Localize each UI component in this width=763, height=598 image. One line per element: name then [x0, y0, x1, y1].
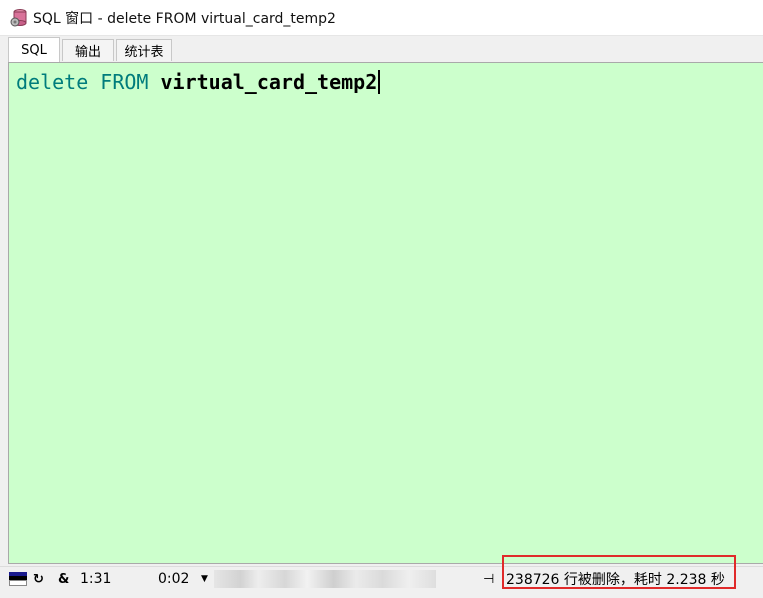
- tab-bar: SQL 输出 统计表: [0, 36, 763, 62]
- keyword-delete: delete: [16, 70, 89, 94]
- status-message: 238726 行被删除，耗时 2.238 秒: [506, 572, 725, 588]
- dropdown-arrow-icon[interactable]: ▼: [201, 567, 208, 591]
- redacted-area: [214, 570, 436, 588]
- tab-statistics[interactable]: 统计表: [116, 39, 172, 61]
- status-bar: ↻ & 1:31 0:02 ▼ ⊣ 238726 行被删除，耗时 2.238 秒: [0, 566, 763, 590]
- pin-icon[interactable]: ⊣: [483, 567, 494, 591]
- tab-output[interactable]: 输出: [62, 39, 114, 61]
- ampersand-indicator: &: [58, 571, 70, 587]
- sql-window-icon: [10, 8, 27, 26]
- editor-line-1: delete FROM virtual_card_temp2: [16, 69, 381, 95]
- sql-editor[interactable]: delete FROM virtual_card_temp2: [8, 62, 763, 564]
- reload-icon[interactable]: ↻: [33, 567, 47, 591]
- window-title: SQL 窗口 - delete FROM virtual_card_temp2: [33, 10, 336, 27]
- window-bottom-edge: [0, 590, 763, 598]
- flag-icon[interactable]: [9, 567, 29, 591]
- elapsed-time: 0:02: [158, 571, 190, 587]
- keyword-from: FROM: [100, 70, 149, 94]
- tab-sql[interactable]: SQL: [8, 37, 60, 62]
- cursor-position: 1:31: [80, 571, 112, 587]
- title-bar: SQL 窗口 - delete FROM virtual_card_temp2: [0, 0, 763, 36]
- table-name: virtual_card_temp2: [160, 70, 378, 94]
- text-caret: [378, 70, 381, 94]
